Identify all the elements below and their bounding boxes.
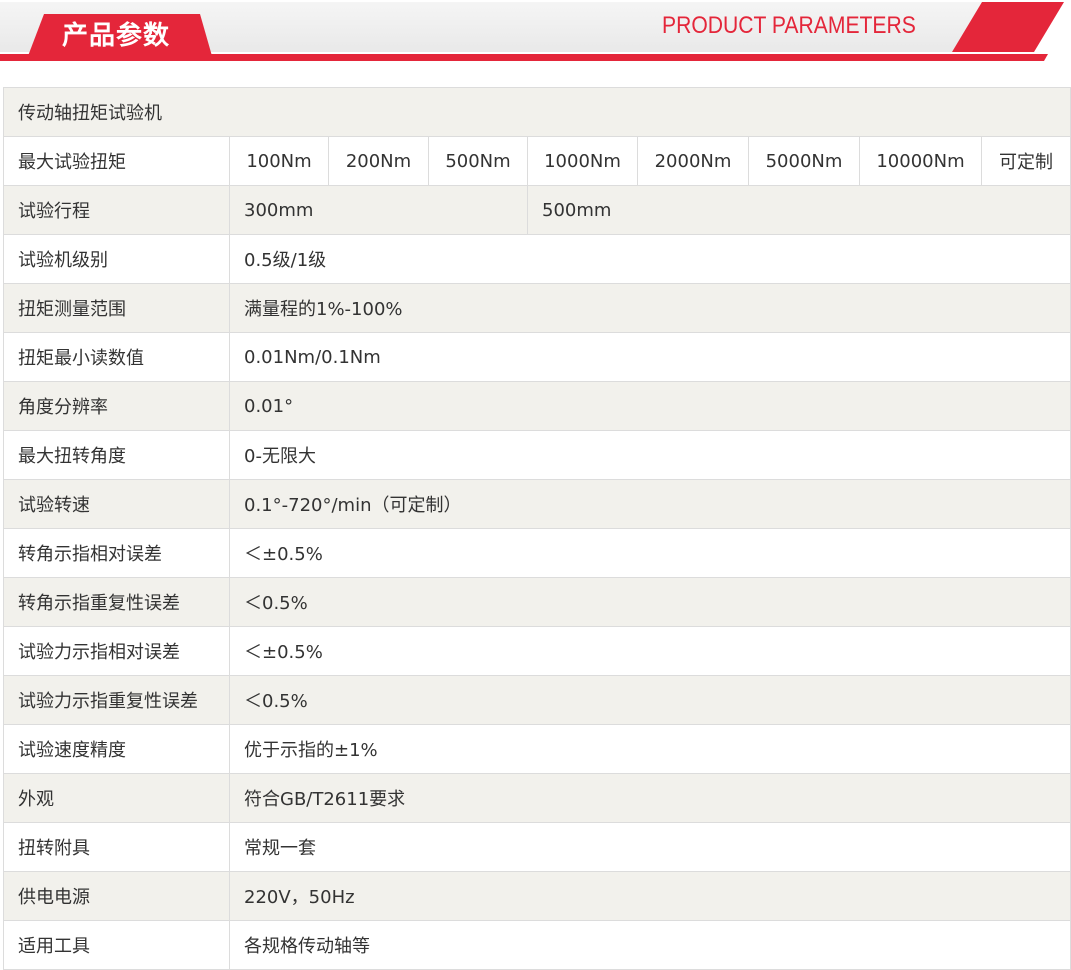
torque-value: 500Nm — [428, 136, 528, 186]
table-row: 试验机级别 0.5级/1级 — [3, 234, 1071, 284]
row-value: 0.5级/1级 — [228, 234, 1071, 284]
table-row: 最大试验扭矩 100Nm 200Nm 500Nm 1000Nm 2000Nm 5… — [3, 136, 1071, 186]
table-row: 扭矩最小读数值 0.01Nm/0.1Nm — [3, 332, 1071, 382]
table-row: 试验行程 300mm 500mm — [3, 185, 1071, 235]
torque-value: 1000Nm — [527, 136, 638, 186]
row-value: 符合GB/T2611要求 — [228, 773, 1071, 823]
row-value: 0.1°-720°/min（可定制） — [228, 479, 1071, 529]
row-value: ＜0.5% — [228, 675, 1071, 725]
row-label: 试验行程 — [3, 185, 230, 235]
row-value: 0.01° — [228, 381, 1071, 431]
row-label: 试验转速 — [3, 479, 230, 529]
table-row: 转角示指相对误差 ＜±0.5% — [3, 528, 1071, 578]
table-row: 角度分辨率 0.01° — [3, 381, 1071, 431]
row-label: 供电电源 — [3, 871, 230, 921]
row-value: ＜±0.5% — [228, 626, 1071, 676]
row-label: 外观 — [3, 773, 230, 823]
table-row: 试验力示指相对误差 ＜±0.5% — [3, 626, 1071, 676]
row-label: 角度分辨率 — [3, 381, 230, 431]
row-label: 转角示指重复性误差 — [3, 577, 230, 627]
table-caption: 传动轴扭矩试验机 — [2, 87, 1071, 137]
table-row: 外观 符合GB/T2611要求 — [3, 773, 1071, 823]
torque-value: 5000Nm — [748, 136, 860, 186]
table-row: 试验速度精度 优于示指的±1% — [3, 724, 1071, 774]
row-value: 0-无限大 — [228, 430, 1071, 480]
row-label: 适用工具 — [3, 920, 230, 970]
row-value: ＜0.5% — [228, 577, 1071, 627]
table-row: 扭转附具 常规一套 — [3, 822, 1071, 872]
table-row: 转角示指重复性误差 ＜0.5% — [3, 577, 1071, 627]
row-value: 优于示指的±1% — [228, 724, 1071, 774]
row-label: 扭矩最小读数值 — [3, 332, 230, 382]
table-row: 扭矩测量范围 满量程的1%-100% — [3, 283, 1071, 333]
table-row: 最大扭转角度 0-无限大 — [3, 430, 1071, 480]
row-label: 试验速度精度 — [3, 724, 230, 774]
table-row: 供电电源 220V，50Hz — [3, 871, 1071, 921]
stroke-value: 500mm — [526, 185, 1071, 235]
stroke-value: 300mm — [229, 185, 528, 235]
row-label: 试验机级别 — [3, 234, 230, 284]
table-row: 试验转速 0.1°-720°/min（可定制） — [3, 479, 1071, 529]
row-label: 转角示指相对误差 — [3, 528, 230, 578]
torque-value: 100Nm — [229, 136, 329, 186]
row-value: 0.01Nm/0.1Nm — [228, 332, 1071, 382]
row-label: 最大扭转角度 — [3, 430, 230, 480]
row-label: 扭转附具 — [3, 822, 230, 872]
row-label: 试验力示指重复性误差 — [3, 675, 230, 725]
parameters-table: 传动轴扭矩试验机 最大试验扭矩 100Nm 200Nm 500Nm 1000Nm… — [2, 87, 1071, 970]
section-banner: 产品参数 PRODUCT PARAMETERS — [0, 0, 1071, 64]
row-value: 220V，50Hz — [228, 871, 1071, 921]
table-row: 适用工具 各规格传动轴等 — [3, 920, 1071, 970]
row-value: ＜±0.5% — [228, 528, 1071, 578]
row-value: 常规一套 — [228, 822, 1071, 872]
row-value: 满量程的1%-100% — [228, 283, 1071, 333]
row-label: 扭矩测量范围 — [3, 283, 230, 333]
row-value: 各规格传动轴等 — [228, 920, 1071, 970]
banner-title-cn: 产品参数 — [62, 21, 171, 51]
row-label: 试验力示指相对误差 — [3, 626, 230, 676]
torque-value: 2000Nm — [637, 136, 749, 186]
torque-value: 200Nm — [328, 136, 429, 186]
banner-title-en: PRODUCT PARAMETERS — [662, 12, 916, 39]
torque-value: 10000Nm — [859, 136, 982, 186]
table-row: 试验力示指重复性误差 ＜0.5% — [3, 675, 1071, 725]
row-label: 最大试验扭矩 — [3, 136, 230, 186]
table-row: 传动轴扭矩试验机 — [2, 87, 1071, 137]
torque-value: 可定制 — [980, 136, 1071, 186]
